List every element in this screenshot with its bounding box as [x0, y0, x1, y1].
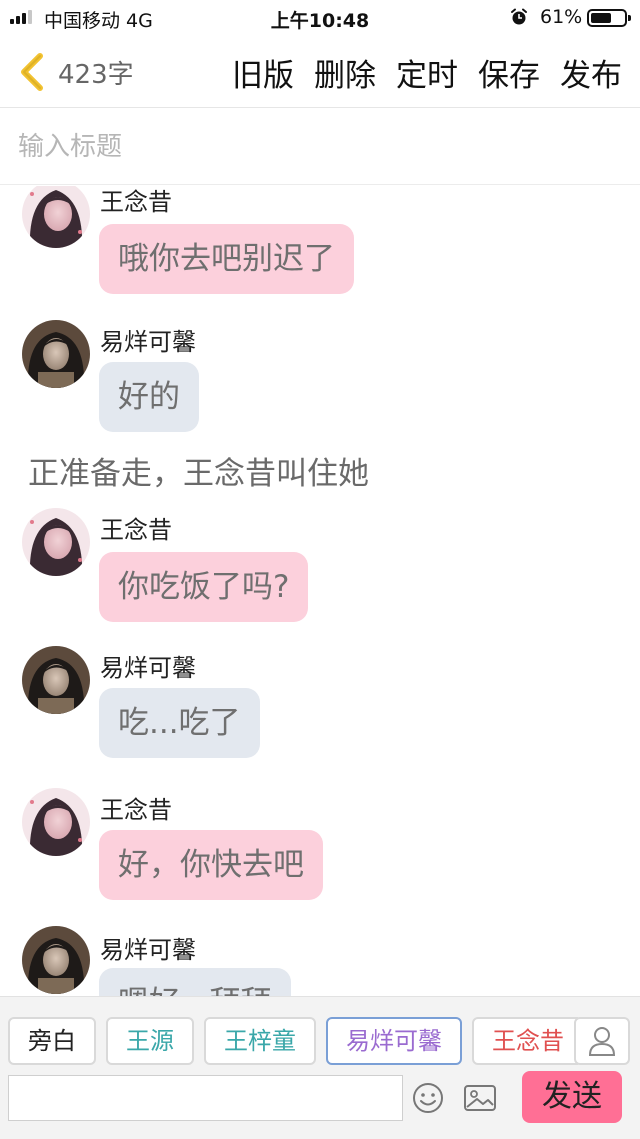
add-role-button[interactable]	[574, 1017, 630, 1065]
chat-area[interactable]: 王念昔 哦你去吧别迟了 易烊可馨 好的 正准备走，王念昔叫住她 王念昔 你吃饭了…	[0, 186, 640, 996]
nav-actions: 旧版 删除 定时 保存 发布	[232, 50, 622, 95]
alarm-icon	[511, 8, 527, 25]
avatar-yiyangkexin[interactable]	[22, 926, 90, 994]
avatar-wangnianxi[interactable]	[22, 508, 90, 576]
avatar-yiyangkexin[interactable]	[22, 646, 90, 714]
avatar-wangnianxi[interactable]	[22, 186, 90, 248]
smiley-icon[interactable]	[411, 1081, 445, 1115]
title-input[interactable]	[18, 129, 618, 165]
sender-name: 易烊可馨	[100, 936, 196, 964]
role-narrator[interactable]: 旁白	[8, 1017, 96, 1065]
avatar-wangnianxi[interactable]	[22, 788, 90, 856]
sender-name: 易烊可馨	[100, 328, 196, 356]
battery-fill	[591, 13, 611, 23]
chat-bubble[interactable]: 你吃饭了吗?	[99, 552, 309, 622]
image-icon[interactable]	[462, 1081, 498, 1115]
chat-bubble[interactable]: 吃...吃了	[99, 688, 260, 758]
role-wangnianxi[interactable]: 王念昔	[472, 1017, 578, 1065]
composer-panel: 旁白 王源 王梓童 易烊可馨 王念昔 发送	[0, 996, 640, 1139]
message-input[interactable]	[8, 1075, 403, 1121]
role-selector: 旁白 王源 王梓童 易烊可馨 王念昔	[8, 1017, 578, 1065]
nav-bar: 423字 旧版 删除 定时 保存 发布	[0, 36, 640, 108]
role-wangzitong[interactable]: 王梓童	[204, 1017, 316, 1065]
chevron-left-icon[interactable]	[14, 52, 50, 92]
role-yiyangkexin[interactable]: 易烊可馨	[326, 1017, 462, 1065]
chat-bubble[interactable]: 好，你快去吧	[99, 830, 323, 900]
sender-name: 王念昔	[100, 188, 172, 216]
sender-name: 王念昔	[100, 796, 172, 824]
old-version-button[interactable]: 旧版	[232, 50, 294, 95]
title-row	[0, 109, 640, 185]
avatar-yiyangkexin[interactable]	[22, 320, 90, 388]
chat-bubble[interactable]: 嗯好...拜拜	[99, 968, 291, 996]
sender-name: 易烊可馨	[100, 654, 196, 682]
battery-icon	[587, 9, 631, 27]
chat-bubble[interactable]: 好的	[99, 362, 199, 432]
status-bar: 中国移动 4G 上午10:48 61%	[0, 0, 640, 36]
schedule-button[interactable]: 定时	[396, 50, 458, 95]
save-button[interactable]: 保存	[478, 50, 540, 95]
word-count: 423字	[58, 60, 134, 90]
send-button[interactable]: 发送	[522, 1071, 622, 1123]
user-icon	[588, 1027, 616, 1056]
battery-percent: 61%	[540, 6, 583, 28]
publish-button[interactable]: 发布	[560, 50, 622, 95]
delete-button[interactable]: 删除	[314, 50, 376, 95]
role-wangyuan[interactable]: 王源	[106, 1017, 194, 1065]
narration-text[interactable]: 正准备走，王念昔叫住她	[28, 448, 369, 493]
sender-name: 王念昔	[100, 516, 172, 544]
chat-bubble[interactable]: 哦你去吧别迟了	[99, 224, 354, 294]
